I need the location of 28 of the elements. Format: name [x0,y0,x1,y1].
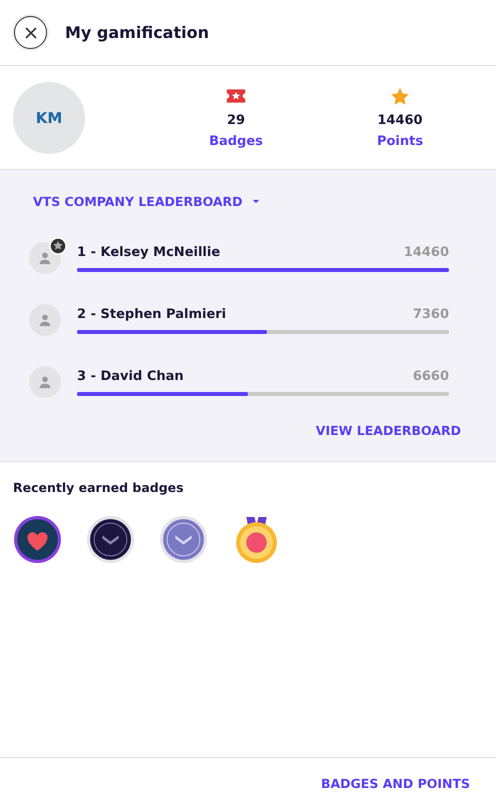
points-value: 6660 [412,368,449,384]
badges-and-points-button[interactable]: BADGES AND POINTS [316,772,474,795]
person-icon [38,375,52,389]
view-leaderboard-link[interactable]: VIEW LEADERBOARD [316,423,461,438]
stat-link[interactable]: Points [376,134,424,148]
star-icon [390,86,410,104]
user-name: 3 - David Chan [77,368,184,384]
close-button[interactable] [14,16,47,49]
person-icon [38,251,52,265]
star-badge-icon [49,237,67,255]
leaderboard-dropdown[interactable]: VTS COMPANY LEADERBOARD [29,194,260,209]
badge-icon [159,515,208,564]
section-title: Recently earned badges [13,480,185,495]
user-name: 2 - Stephen Palmieri [77,306,226,322]
ticket-icon [226,86,246,104]
user-name: 1 - Kelsey McNeillie [77,244,220,260]
close-icon [24,26,38,40]
points-value: 14460 [404,244,449,260]
points-value: 7360 [412,306,449,322]
caret-icon [252,199,260,204]
stat-value: 14460 [377,112,423,128]
window-title: My gamification [65,23,209,42]
avatar: KM [13,82,85,154]
person-icon [38,313,52,327]
badge-icon [86,515,135,564]
stat-value: 29 [226,112,246,128]
badge-icon [13,515,62,564]
stat-link[interactable]: Badges [209,134,263,148]
